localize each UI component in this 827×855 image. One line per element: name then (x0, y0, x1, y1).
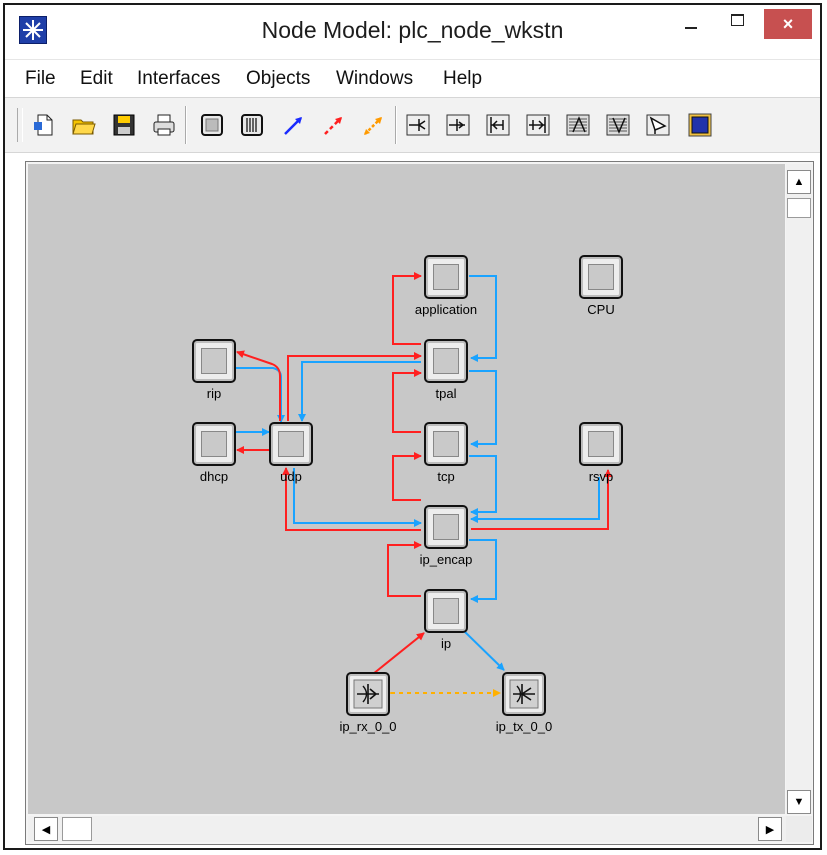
bus-transmitter-icon[interactable] (485, 112, 511, 138)
title-bar[interactable]: Node Model: plc_node_wkstn × (5, 5, 820, 55)
maximize-button[interactable] (715, 5, 761, 35)
node-ip-tx-0-0[interactable]: ip_tx_0_0 (496, 672, 552, 734)
node-label: application (414, 302, 478, 317)
node-ip-encap[interactable]: ip_encap (420, 505, 472, 567)
stream-line-icon[interactable] (281, 112, 307, 138)
transmitter-module-icon (502, 672, 546, 716)
save-disk-icon[interactable] (111, 112, 137, 138)
antenna-icon[interactable] (645, 112, 671, 138)
queue-module-icon (424, 589, 468, 633)
bus-receiver-icon[interactable] (525, 112, 551, 138)
queue-module-icon (192, 339, 236, 383)
menu-bar: File Edit Interfaces Objects Windows Hel… (5, 59, 820, 98)
scroll-down-arrow[interactable]: ▼ (787, 790, 811, 814)
stream-application-to-tpal (469, 275, 497, 362)
node-editor-frame: application CPU rip tpal dhcp udp tcp rs… (25, 161, 814, 845)
stream-tpal-to-tcp (469, 370, 497, 448)
menu-windows[interactable]: Windows (336, 68, 413, 90)
receiver-module-icon (346, 672, 390, 716)
node-label: udp (280, 469, 302, 484)
toolbar (5, 97, 820, 153)
node-application[interactable]: application (415, 255, 477, 317)
radio-transmitter-icon[interactable] (565, 112, 591, 138)
node-label: tcp (437, 469, 455, 484)
point-to-point-receiver-icon[interactable] (445, 112, 471, 138)
minimize-button[interactable] (667, 5, 713, 35)
queue-module-icon (579, 255, 623, 299)
scroll-up-arrow[interactable]: ▲ (787, 170, 811, 194)
point-to-point-transmitter-icon[interactable] (405, 112, 431, 138)
node-label: ip (440, 636, 452, 651)
node-label: CPU (587, 302, 615, 317)
node-tpal[interactable]: tpal (424, 339, 468, 401)
node-label: ip_rx_0_0 (339, 719, 397, 734)
menu-help[interactable]: Help (443, 68, 482, 90)
create-queue-icon[interactable] (199, 112, 225, 138)
node-ip-rx-0-0[interactable]: ip_rx_0_0 (339, 672, 397, 734)
node-rsvp[interactable]: rsvp (579, 422, 623, 484)
scroll-left-arrow[interactable]: ◀ (34, 817, 58, 841)
node-udp[interactable]: udp (269, 422, 313, 484)
queue-module-icon (269, 422, 313, 466)
node-model-window: Node Model: plc_node_wkstn × File Edit I… (3, 3, 822, 850)
node-ip[interactable]: ip (424, 589, 468, 651)
horizontal-scroll-thumb[interactable] (62, 817, 92, 841)
toolbar-separator (395, 106, 397, 144)
menu-interfaces[interactable]: Interfaces (137, 68, 220, 90)
queue-module-icon (424, 255, 468, 299)
toolbar-grip[interactable] (17, 108, 23, 142)
packet-stream-links (236, 272, 612, 697)
stream-ipencap-to-ip (469, 539, 497, 603)
create-processor-icon[interactable] (239, 112, 265, 138)
scroll-right-arrow[interactable]: ▶ (758, 817, 782, 841)
logical-tap-icon[interactable] (361, 112, 387, 138)
queue-module-icon (424, 505, 468, 549)
open-folder-icon[interactable] (71, 112, 97, 138)
horizontal-scrollbar[interactable]: ◀ ▶ (28, 816, 786, 842)
menu-edit[interactable]: Edit (80, 68, 113, 90)
queue-module-icon (424, 339, 468, 383)
queue-module-icon (192, 422, 236, 466)
vertical-scrollbar[interactable]: ▲ ▼ (786, 164, 812, 814)
vertical-scroll-thumb[interactable] (787, 198, 811, 218)
menu-file[interactable]: File (25, 68, 56, 90)
node-tcp[interactable]: tcp (424, 422, 468, 484)
close-button[interactable]: × (764, 9, 812, 39)
node-dhcp[interactable]: dhcp (192, 422, 236, 484)
queue-module-icon (424, 422, 468, 466)
toolbar-separator (185, 106, 187, 144)
node-cpu[interactable]: CPU (579, 255, 623, 317)
print-icon[interactable] (151, 112, 177, 138)
node-label: ip_encap (419, 552, 473, 567)
queue-module-icon (579, 422, 623, 466)
node-label: ip_tx_0_0 (495, 719, 553, 734)
node-rip[interactable]: rip (192, 339, 236, 401)
node-label: tpal (435, 386, 457, 401)
statistic-line-icon[interactable] (321, 112, 347, 138)
stream-tcp-to-tpal (392, 369, 422, 433)
radio-receiver-icon[interactable] (605, 112, 631, 138)
node-editor-canvas[interactable]: application CPU rip tpal dhcp udp tcp rs… (28, 164, 785, 814)
external-system-icon[interactable] (687, 112, 713, 138)
node-label: rsvp (588, 469, 614, 484)
node-label: rip (206, 386, 222, 401)
stream-tcp-to-ipencap (469, 455, 497, 516)
new-document-icon[interactable] (31, 112, 57, 138)
menu-objects[interactable]: Objects (246, 68, 310, 90)
scrollbar-corner (786, 816, 812, 842)
